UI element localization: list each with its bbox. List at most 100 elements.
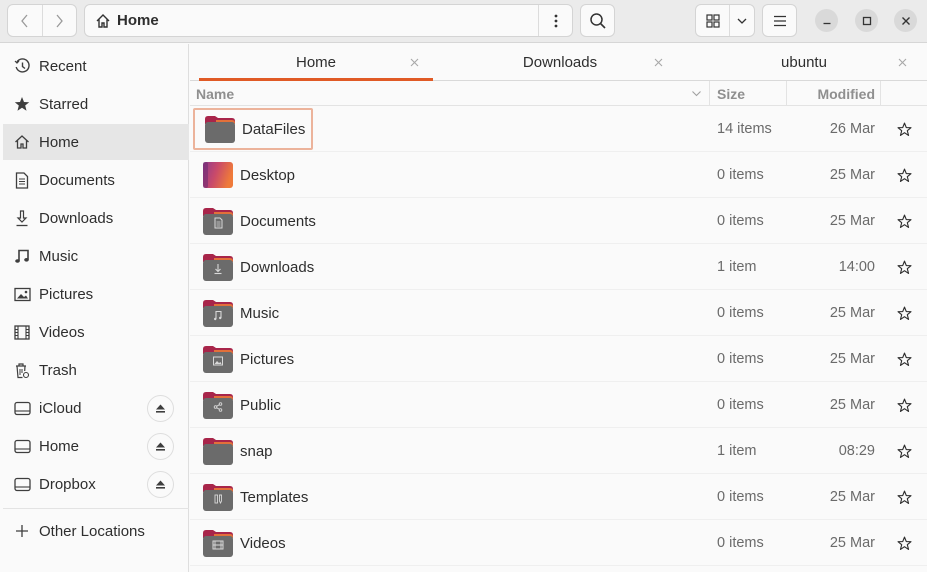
sidebar-item-music[interactable]: Music — [3, 238, 189, 274]
file-size: 1 item — [717, 259, 757, 275]
file-name-cell[interactable]: Music — [193, 292, 285, 334]
file-name-cell[interactable]: Templates — [193, 476, 314, 518]
star-toggle-button[interactable] — [894, 487, 914, 507]
tab-home[interactable]: Home — [199, 44, 433, 81]
star-toggle-button[interactable] — [894, 165, 914, 185]
grid-view-button[interactable] — [696, 5, 730, 36]
minimize-button[interactable] — [815, 9, 838, 32]
file-size: 0 items — [717, 305, 764, 321]
sidebar-item-other-locations[interactable]: Other Locations — [3, 513, 189, 549]
file-row[interactable]: Pictures 0 items 25 Mar — [190, 336, 927, 382]
sidebar-item-label: Home — [39, 133, 80, 151]
file-name-cell[interactable]: Public — [193, 384, 287, 426]
hamburger-icon — [773, 15, 786, 26]
file-name-cell[interactable]: snap — [193, 430, 279, 472]
file-name: Downloads — [240, 258, 315, 276]
file-size: 0 items — [717, 213, 764, 229]
file-row[interactable]: Music 0 items 25 Mar — [190, 290, 927, 336]
file-size: 1 item — [717, 443, 757, 459]
column-header-size[interactable]: Size — [717, 81, 745, 106]
file-name: DataFiles — [242, 120, 306, 138]
file-name-cell[interactable]: Downloads — [193, 246, 320, 288]
file-name-cell[interactable]: Documents — [193, 200, 322, 242]
home-icon — [96, 13, 110, 28]
file-row[interactable]: Downloads 1 item 14:00 — [190, 244, 927, 290]
sidebar-item-home-drive[interactable]: Home — [3, 428, 189, 464]
star-outline-icon — [896, 398, 912, 412]
header-bar: Home — [0, 0, 927, 43]
file-row[interactable]: Templates 0 items 25 Mar — [190, 474, 927, 520]
tab-close-button[interactable] — [654, 54, 663, 70]
file-name-cell[interactable]: Desktop — [193, 154, 301, 196]
eject-button[interactable] — [147, 471, 174, 498]
sidebar-item-label: Trash — [39, 361, 77, 379]
star-toggle-button[interactable] — [894, 441, 914, 461]
sidebar-item-documents[interactable]: Documents — [3, 162, 189, 198]
sidebar-item-trash[interactable]: Trash — [3, 352, 189, 388]
star-toggle-button[interactable] — [894, 533, 914, 553]
file-row[interactable]: snap 1 item 08:29 — [190, 428, 927, 474]
close-button[interactable] — [894, 9, 917, 32]
star-toggle-button[interactable] — [894, 303, 914, 323]
file-name-cell[interactable]: Videos — [193, 522, 292, 564]
star-icon — [13, 95, 31, 113]
star-outline-icon — [896, 352, 912, 366]
tab-close-button[interactable] — [410, 54, 419, 70]
file-row[interactable]: DataFiles 14 items 26 Mar — [190, 106, 927, 152]
tab-downloads[interactable]: Downloads — [443, 44, 677, 81]
eject-button[interactable] — [147, 433, 174, 460]
sidebar-item-label: Music — [39, 247, 79, 265]
tab-close-button[interactable] — [898, 54, 907, 70]
file-name-cell[interactable]: DataFiles — [193, 108, 314, 150]
file-row[interactable]: Desktop 0 items 25 Mar — [190, 152, 927, 198]
sidebar-item-videos[interactable]: Videos — [3, 314, 189, 350]
sidebar-item-dropbox[interactable]: Dropbox — [3, 466, 189, 502]
path-menu-button[interactable] — [538, 5, 572, 36]
tab-label: ubuntu — [781, 54, 827, 71]
video-icon — [13, 323, 31, 341]
column-header-name[interactable]: Name — [196, 81, 706, 106]
file-name: Videos — [240, 534, 286, 552]
column-separator — [709, 81, 710, 106]
file-size: 14 items — [717, 121, 772, 137]
view-toggle-group — [695, 4, 755, 37]
maximize-button[interactable] — [855, 9, 878, 32]
grid-view-icon — [705, 13, 720, 28]
view-options-dropdown[interactable] — [730, 5, 754, 36]
sidebar-item-recent[interactable]: Recent — [3, 48, 189, 84]
tab-ubuntu[interactable]: ubuntu — [687, 44, 921, 81]
folder-icon — [205, 116, 235, 143]
minimize-icon — [823, 22, 830, 24]
file-name-cell[interactable]: Pictures — [193, 338, 300, 380]
forward-button[interactable] — [41, 5, 77, 36]
sidebar-item-starred[interactable]: Starred — [3, 86, 189, 122]
search-button[interactable] — [580, 4, 615, 37]
main-menu-button[interactable] — [762, 4, 797, 37]
file-modified: 14:00 — [838, 259, 875, 275]
vertical-dots-icon — [554, 14, 557, 27]
close-icon — [901, 16, 910, 25]
star-toggle-button[interactable] — [894, 119, 914, 139]
sidebar-item-home[interactable]: Home — [3, 124, 189, 160]
column-headers: Name Size Modified — [190, 81, 927, 106]
file-name: Desktop — [240, 166, 296, 184]
star-toggle-button[interactable] — [894, 395, 914, 415]
star-toggle-button[interactable] — [894, 349, 914, 369]
download-icon — [13, 209, 31, 227]
sidebar-item-downloads[interactable]: Downloads — [3, 200, 189, 236]
path-bar[interactable]: Home — [84, 4, 573, 37]
sort-chevron-down-icon — [692, 91, 701, 97]
star-toggle-button[interactable] — [894, 257, 914, 277]
star-toggle-button[interactable] — [894, 211, 914, 231]
drive-icon — [13, 437, 31, 455]
file-modified: 25 Mar — [829, 167, 875, 183]
back-button[interactable] — [8, 5, 42, 36]
eject-button[interactable] — [147, 395, 174, 422]
file-row[interactable]: Videos 0 items 25 Mar — [190, 520, 927, 566]
file-row[interactable]: Public 0 items 25 Mar — [190, 382, 927, 428]
column-header-modified[interactable]: Modified — [817, 81, 875, 106]
star-outline-icon — [896, 214, 912, 228]
sidebar-item-pictures[interactable]: Pictures — [3, 276, 189, 312]
file-row[interactable]: Documents 0 items 25 Mar — [190, 198, 927, 244]
sidebar-item-icloud[interactable]: iCloud — [3, 390, 189, 426]
